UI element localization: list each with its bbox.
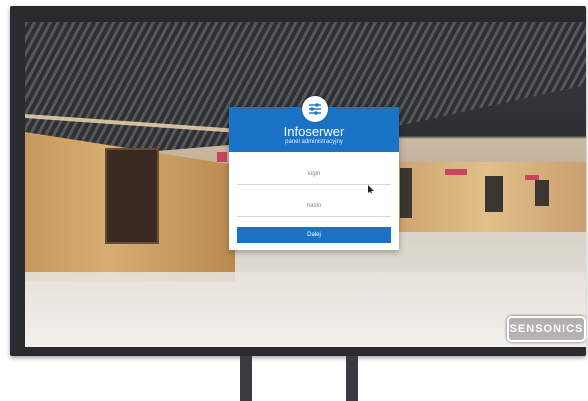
- app-title: Infoserwer: [283, 124, 345, 139]
- door: [485, 176, 503, 212]
- wall-display-panel: [105, 148, 159, 244]
- login-input[interactable]: [237, 164, 391, 185]
- door: [535, 180, 549, 206]
- screen: Infoserwer panel administracyjny Dalej S…: [25, 22, 586, 347]
- pointer-cursor-icon: [368, 185, 374, 194]
- login-card: Infoserwer panel administracyjny Dalej: [229, 96, 399, 250]
- red-sign: [445, 169, 467, 175]
- floor: [25, 272, 586, 347]
- app-subtitle: panel administracyjny: [285, 139, 343, 145]
- door: [400, 168, 412, 218]
- stand-leg-right: [346, 356, 358, 401]
- sliders-icon: [302, 96, 328, 122]
- stand-leg-left: [240, 356, 252, 401]
- login-card-header: Infoserwer panel administracyjny: [229, 96, 399, 152]
- red-sign: [525, 175, 539, 180]
- submit-button[interactable]: Dalej: [237, 227, 391, 243]
- brand-logo: SENSONICS: [507, 316, 586, 342]
- red-sign: [217, 152, 227, 162]
- display-monitor: Infoserwer panel administracyjny Dalej S…: [10, 6, 586, 356]
- password-input[interactable]: [237, 196, 391, 217]
